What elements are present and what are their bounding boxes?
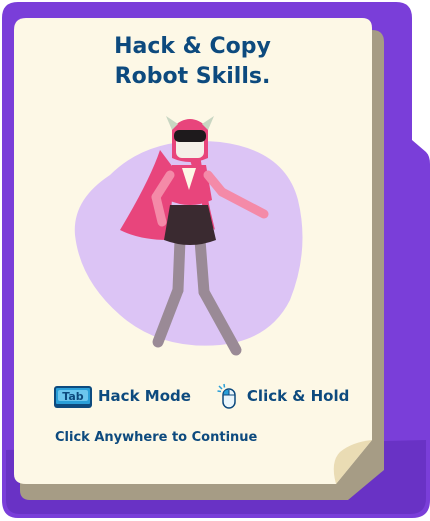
mouse-click-icon [217,383,236,409]
continue-prompt[interactable]: Click Anywhere to Continue [55,430,257,445]
tab-key-label: Tab [62,389,84,403]
tutorial-card[interactable]: Hack & Copy Robot Skills. Tab Hack Mode … [0,0,430,521]
title-line-1: Hack & Copy [114,34,271,59]
click-hold-label: Click & Hold [246,387,350,405]
controls-hint: Tab Hack Mode Click & Hold [54,383,350,409]
title-line-2: Robot Skills. [114,64,271,89]
hack-mode-label: Hack Mode [98,387,191,405]
tab-key-icon: Tab [54,386,92,406]
